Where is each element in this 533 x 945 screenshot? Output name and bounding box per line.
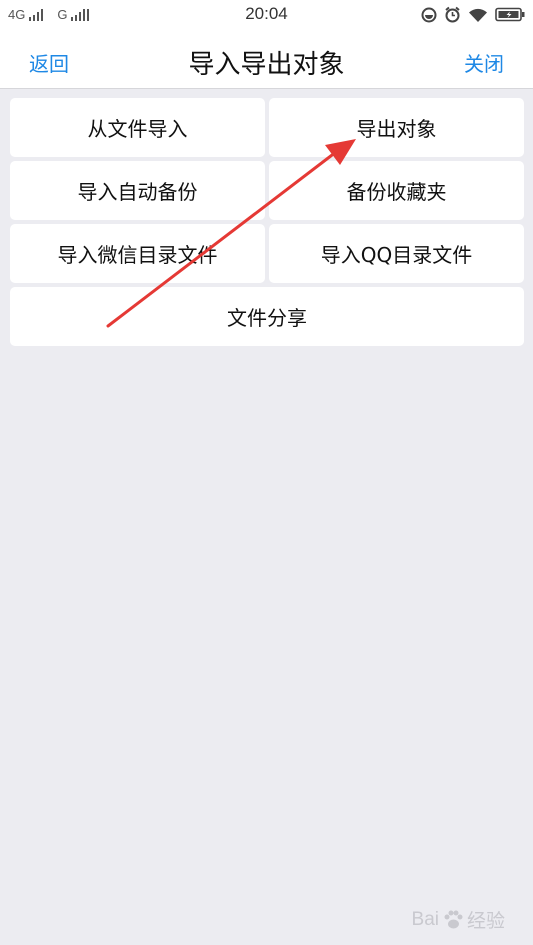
close-button[interactable]: 关闭 [464,48,504,77]
import-auto-backup-button[interactable]: 导入自动备份 [10,161,265,220]
import-qq-dir-button[interactable]: 导入QQ目录文件 [269,224,524,283]
export-objects-button[interactable]: 导出对象 [269,98,524,157]
battery-icon [495,7,525,22]
backup-favorites-button[interactable]: 备份收藏夹 [269,161,524,220]
do-not-disturb-icon [421,7,437,22]
nav-bar: 返回 导入导出对象 关闭 [0,30,533,89]
import-wechat-dir-button[interactable]: 导入微信目录文件 [10,224,265,283]
watermark-text-1: Bai [411,908,439,930]
status-bar: 4G G 20:04 [0,0,533,30]
wifi-icon [469,8,487,22]
file-share-button[interactable]: 文件分享 [10,287,524,346]
paw-icon [444,910,463,928]
alarm-icon [445,6,460,23]
import-from-file-button[interactable]: 从文件导入 [10,98,265,157]
watermark-text-2: 经验 [466,911,505,932]
page-title: 导入导出对象 [188,50,345,80]
status-icons [421,6,525,23]
watermark: Bai 经验 [412,906,505,933]
menu-grid: 从文件导入 导出对象 导入自动备份 备份收藏夹 导入微信目录文件 导入QQ目录文… [10,98,524,346]
